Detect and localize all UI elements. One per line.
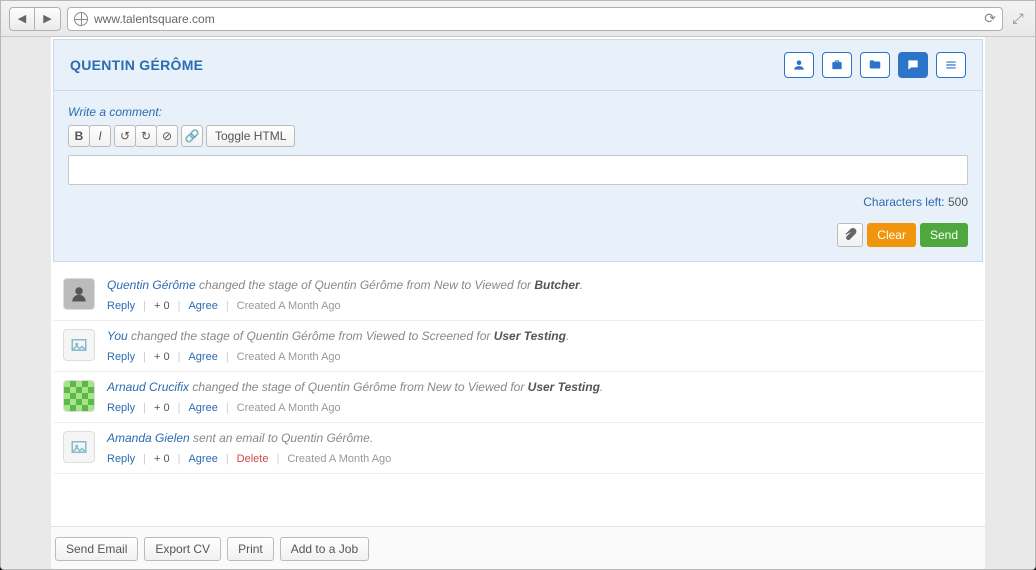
folder-icon [868, 58, 882, 72]
activity-feed: Quentin Gérôme changed the stage of Quen… [53, 270, 983, 474]
globe-icon [74, 12, 88, 26]
user-icon [792, 58, 806, 72]
activity-item: You changed the stage of Quentin Gérôme … [53, 321, 983, 372]
reply-link[interactable]: Reply [107, 402, 135, 414]
chat-icon [906, 58, 920, 72]
agree-link[interactable]: Agree [188, 402, 217, 414]
italic-button[interactable]: I [89, 125, 111, 147]
tab-files[interactable] [860, 52, 890, 78]
forward-button[interactable]: ▶ [35, 7, 61, 31]
undo-button[interactable]: ↺ [114, 125, 136, 147]
char-counter: Characters left: 500 [68, 195, 968, 209]
send-button[interactable]: Send [920, 223, 968, 247]
tab-attachments[interactable] [822, 52, 852, 78]
avatar [63, 431, 95, 463]
url-bar[interactable]: www.talentsquare.com ⟳ [67, 7, 1003, 31]
agree-link[interactable]: Agree [188, 453, 217, 465]
avatar [63, 278, 95, 310]
created-label: Created A Month Ago [287, 453, 391, 465]
paperclip-icon [843, 228, 857, 242]
add-to-job-button[interactable]: Add to a Job [280, 537, 369, 561]
browser-toolbar: ◀ ▶ www.talentsquare.com ⟳ ⤢ [1, 1, 1035, 37]
activity-item: Quentin Gérôme changed the stage of Quen… [53, 270, 983, 321]
tab-profile[interactable] [784, 52, 814, 78]
reply-link[interactable]: Reply [107, 351, 135, 363]
link-button[interactable]: 🔗 [181, 125, 203, 147]
format-toolbar: B I ↺ ↻ ⊘ 🔗 Toggle HTML [68, 125, 968, 147]
composer-label: Write a comment: [68, 105, 968, 119]
activity-meta: Reply|+ 0|Agree|Delete|Created A Month A… [107, 453, 973, 465]
reply-link[interactable]: Reply [107, 453, 135, 465]
clear-button[interactable]: Clear [867, 223, 916, 247]
comment-input[interactable] [68, 155, 968, 185]
redo-button[interactable]: ↻ [135, 125, 157, 147]
reply-link[interactable]: Reply [107, 300, 135, 312]
reload-icon[interactable]: ⟳ [984, 10, 996, 27]
tab-bar [784, 52, 966, 78]
back-button[interactable]: ◀ [9, 7, 35, 31]
attach-button[interactable] [837, 223, 863, 247]
vote-count: + 0 [154, 300, 170, 312]
created-label: Created A Month Ago [237, 300, 341, 312]
activity-text: You changed the stage of Quentin Gérôme … [107, 329, 973, 343]
actor-name[interactable]: Arnaud Crucifix [107, 380, 189, 394]
activity-item: Arnaud Crucifix changed the stage of Que… [53, 372, 983, 423]
agree-link[interactable]: Agree [188, 351, 217, 363]
tab-menu[interactable] [936, 52, 966, 78]
image-placeholder-icon [70, 336, 88, 354]
print-button[interactable]: Print [227, 537, 274, 561]
bold-button[interactable]: B [68, 125, 90, 147]
actor-name[interactable]: You [107, 329, 128, 343]
briefcase-icon [830, 58, 844, 72]
activity-meta: Reply|+ 0|Agree|Created A Month Ago [107, 300, 973, 312]
actor-name[interactable]: Quentin Gérôme [107, 278, 196, 292]
url-text: www.talentsquare.com [94, 12, 978, 26]
footer-bar: Send Email Export CV Print Add to a Job [51, 526, 985, 569]
activity-text: Arnaud Crucifix changed the stage of Que… [107, 380, 973, 394]
activity-meta: Reply|+ 0|Agree|Created A Month Ago [107, 351, 973, 363]
expand-icon[interactable]: ⤢ [1009, 10, 1027, 28]
vote-count: + 0 [154, 453, 170, 465]
menu-icon [944, 58, 958, 72]
activity-item: Amanda Gielen sent an email to Quentin G… [53, 423, 983, 474]
page-title: QUENTIN GÉRÔME [70, 57, 203, 73]
vote-count: + 0 [154, 402, 170, 414]
export-cv-button[interactable]: Export CV [144, 537, 221, 561]
avatar [63, 380, 95, 412]
created-label: Created A Month Ago [237, 351, 341, 363]
vote-count: + 0 [154, 351, 170, 363]
activity-text: Amanda Gielen sent an email to Quentin G… [107, 431, 973, 445]
clear-format-button[interactable]: ⊘ [156, 125, 178, 147]
created-label: Created A Month Ago [237, 402, 341, 414]
send-email-button[interactable]: Send Email [55, 537, 138, 561]
comment-composer: Write a comment: B I ↺ ↻ ⊘ 🔗 Toggle HTML [53, 90, 983, 262]
page-header: QUENTIN GÉRÔME [53, 39, 983, 90]
tab-comments[interactable] [898, 52, 928, 78]
delete-link[interactable]: Delete [237, 453, 269, 465]
user-avatar-icon [70, 285, 88, 303]
image-placeholder-icon [70, 438, 88, 456]
actor-name[interactable]: Amanda Gielen [107, 431, 190, 445]
avatar [63, 329, 95, 361]
nav-buttons: ◀ ▶ [9, 7, 61, 31]
activity-text: Quentin Gérôme changed the stage of Quen… [107, 278, 973, 292]
activity-meta: Reply|+ 0|Agree|Created A Month Ago [107, 402, 973, 414]
toggle-html-button[interactable]: Toggle HTML [206, 125, 295, 147]
agree-link[interactable]: Agree [188, 300, 217, 312]
